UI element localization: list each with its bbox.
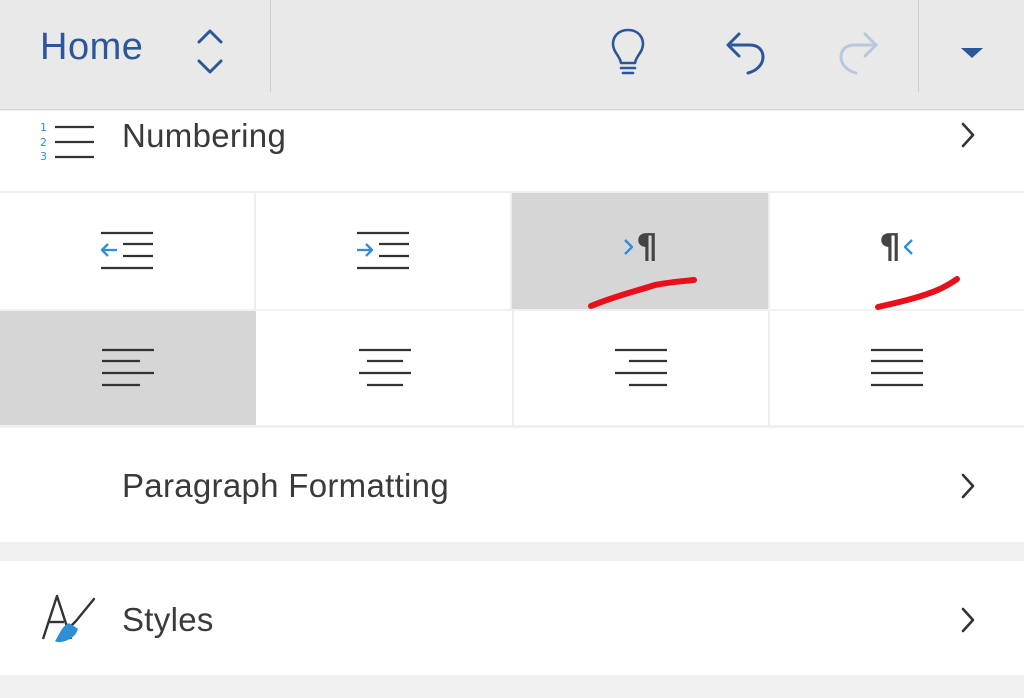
align-right-icon	[615, 348, 667, 387]
styles-label: Styles	[122, 601, 214, 638]
align-center-icon	[359, 348, 411, 387]
paragraph-formatting-row[interactable]: Paragraph Formatting	[0, 428, 1024, 542]
align-center-button[interactable]	[258, 311, 512, 425]
red-underline-mark	[588, 277, 697, 309]
styles-row[interactable]: Styles	[0, 561, 1024, 675]
cell-separator	[512, 311, 514, 425]
align-right-button[interactable]	[514, 311, 768, 425]
align-left-button[interactable]	[0, 311, 256, 425]
chevron-right-icon	[958, 470, 978, 502]
styles-icon	[40, 591, 102, 647]
alignment-row	[0, 311, 1024, 425]
justify-button[interactable]	[770, 311, 1024, 425]
justify-icon	[871, 348, 923, 387]
align-left-icon	[102, 348, 154, 387]
red-underline-mark	[875, 276, 960, 310]
cell-separator	[768, 311, 770, 425]
paragraph-formatting-label: Paragraph Formatting	[122, 467, 449, 504]
chevron-right-icon	[958, 604, 978, 636]
